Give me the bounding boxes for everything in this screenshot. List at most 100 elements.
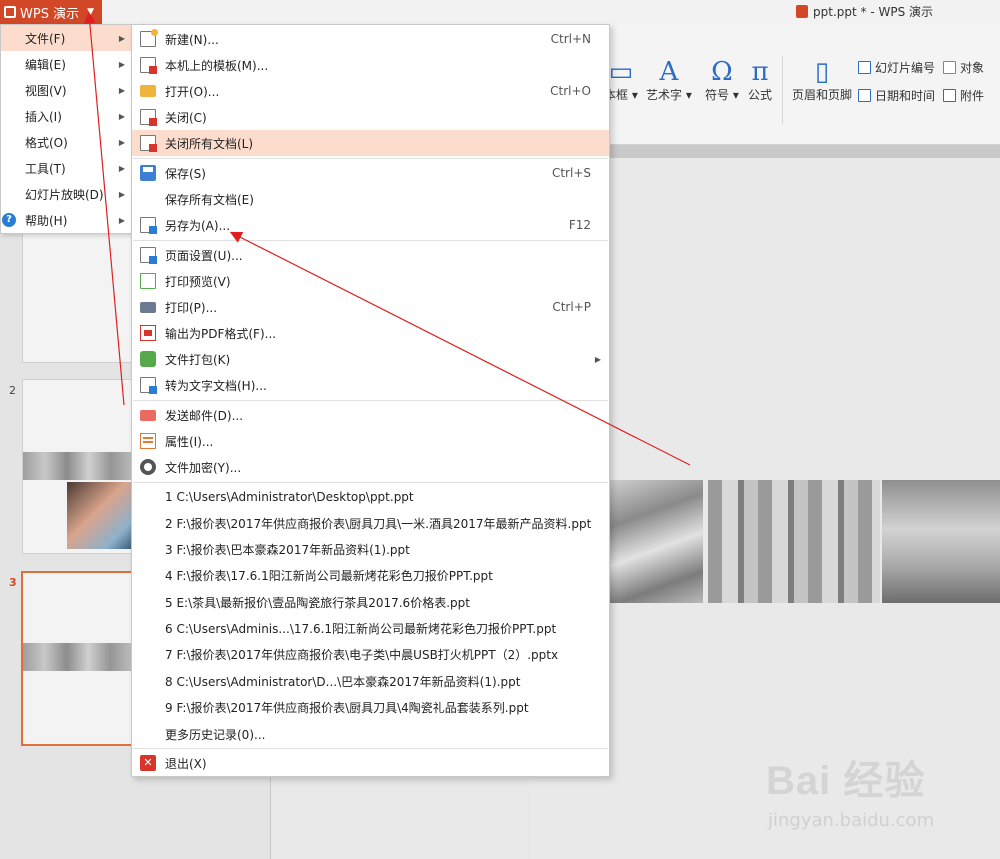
slide-image-skyscraper[interactable] — [610, 480, 703, 603]
recent-file-path: 8 C:\Users\Administrator\D...\巴本豪森2017年新… — [165, 674, 521, 689]
submenu-arrow-icon: ▶ — [118, 59, 125, 69]
calendar-icon — [858, 89, 871, 102]
menu-item-format[interactable]: 格式(O) ▶ — [1, 129, 131, 155]
file-menu-label: 属性(I)... — [165, 434, 214, 449]
file-menu-encrypt[interactable]: 文件加密(Y)... — [132, 454, 609, 480]
menu-item-tools[interactable]: 工具(T) ▶ — [1, 155, 131, 181]
file-menu-close-all[interactable]: 关闭所有文档(L) — [132, 130, 609, 156]
menu-item-slideshow[interactable]: 幻灯片放映(D) ▶ — [1, 181, 131, 207]
file-menu-exit[interactable]: ✕ 退出(X) — [132, 750, 609, 776]
menu-item-label: 工具(T) — [25, 161, 66, 176]
recent-file-item[interactable]: 3 F:\报价表\巴本豪森2017年新品资料(1).ppt — [132, 536, 609, 562]
file-menu-label: 打印预览(V) — [165, 274, 231, 289]
recent-file-path: 3 F:\报价表\巴本豪森2017年新品资料(1).ppt — [165, 542, 410, 557]
recent-file-item[interactable]: 7 F:\报价表\2017年供应商报价表\电子类\中晨USB打火机PPT（2）.… — [132, 641, 609, 667]
file-menu-label: 发送邮件(D)... — [165, 408, 244, 423]
menu-separator — [133, 482, 608, 483]
slide-number: 2 — [9, 384, 16, 397]
ribbon-symbol-label: 符号 ▾ — [705, 88, 739, 102]
file-menu-new[interactable]: 新建(N)... Ctrl+N — [132, 26, 609, 52]
recent-file-item[interactable]: 8 C:\Users\Administrator\D...\巴本豪森2017年新… — [132, 668, 609, 694]
template-icon — [140, 57, 157, 74]
file-menu-close[interactable]: 关闭(C) — [132, 104, 609, 130]
ribbon-datetime-button[interactable]: 日期和时间 — [858, 87, 935, 104]
recent-file-path: 5 E:\茶具\最新报价\壹品陶瓷旅行茶具2017.6价格表.ppt — [165, 595, 470, 610]
file-menu-page-setup[interactable]: 页面设置(U)... — [132, 242, 609, 268]
file-submenu: 新建(N)... Ctrl+N 本机上的模板(M)... 打开(O)... Ct… — [131, 24, 610, 777]
submenu-arrow-icon: ▶ — [118, 111, 125, 121]
window-title: ppt.ppt * - WPS 演示 — [796, 3, 933, 20]
recent-file-item[interactable]: 6 C:\Users\Adminis...\17.6.1阳江新尚公司最新烤花彩色… — [132, 615, 609, 641]
slide-image-columns[interactable] — [708, 480, 880, 603]
menu-separator — [133, 240, 608, 241]
menu-item-label: 文件(F) — [25, 31, 66, 46]
menu-item-edit[interactable]: 编辑(E) ▶ — [1, 51, 131, 77]
file-menu-label: 打印(P)... — [165, 300, 218, 315]
pdf-icon — [140, 325, 156, 341]
save-icon — [140, 165, 156, 181]
shortcut-label: F12 — [568, 218, 591, 232]
file-menu-convert-to-doc[interactable]: 转为文字文档(H)... — [132, 372, 609, 398]
ribbon-slide-number-label: 幻灯片编号 — [875, 61, 936, 75]
menu-separator — [133, 748, 608, 749]
file-menu-save[interactable]: 保存(S) Ctrl+S — [132, 160, 609, 186]
file-menu-label: 新建(N)... — [165, 32, 219, 47]
recent-file-item[interactable]: 5 E:\茶具\最新报价\壹品陶瓷旅行茶具2017.6价格表.ppt — [132, 589, 609, 615]
ribbon-slide-number-button[interactable]: 幻灯片编号 — [858, 59, 935, 76]
file-menu-export-pdf[interactable]: 输出为PDF格式(F)... — [132, 320, 609, 346]
shortcut-label: Ctrl+O — [550, 84, 591, 98]
ribbon-symbol-button[interactable]: Ω 符号 ▾ — [705, 58, 739, 103]
baidu-jingyan-watermark: Bai 经验 jingyan.baidu.com — [766, 748, 934, 831]
file-menu-save-as[interactable]: 另存为(A)... F12 — [132, 212, 609, 238]
print-preview-icon — [140, 273, 156, 289]
save-as-icon — [140, 217, 157, 234]
slide-thumbnail-3-selected[interactable] — [21, 571, 134, 746]
slide-thumbnail-2[interactable] — [22, 379, 134, 554]
menu-item-label: 帮助(H) — [25, 213, 68, 228]
submenu-arrow-icon: ▶ — [118, 189, 125, 199]
file-menu-label: 转为文字文档(H)... — [165, 378, 267, 393]
recent-file-item[interactable]: 4 F:\报价表\17.6.1阳江新尚公司最新烤花彩色刀报价PPT.ppt — [132, 562, 609, 588]
ribbon-wordart-button[interactable]: A 艺术字 ▾ — [646, 58, 692, 103]
ribbon-equation-label: 公式 — [748, 88, 773, 102]
menu-separator — [133, 400, 608, 401]
file-menu-properties[interactable]: 属性(I)... — [132, 428, 609, 454]
recent-file-item[interactable]: 2 F:\报价表\2017年供应商报价表\厨具刀具\一米.酒具2017年最新产品… — [132, 510, 609, 536]
exit-icon: ✕ — [140, 755, 156, 771]
file-menu-print-preview[interactable]: 打印预览(V) — [132, 268, 609, 294]
submenu-arrow-icon: ▶ — [118, 33, 125, 43]
ribbon-object-button[interactable]: 对象 — [943, 59, 984, 76]
help-icon: ? — [2, 213, 16, 227]
more-history-label: 更多历史记录(0)... — [165, 727, 266, 742]
ribbon-attachment-button[interactable]: 附件 — [943, 87, 984, 104]
omega-symbol-icon: Ω — [711, 57, 733, 87]
ribbon-attachment-label: 附件 — [960, 89, 985, 103]
printer-icon — [140, 302, 156, 313]
menu-separator — [133, 158, 608, 159]
file-menu-save-all[interactable]: 保存所有文档(E) — [132, 186, 609, 212]
menu-item-insert[interactable]: 插入(I) ▶ — [1, 103, 131, 129]
menu-item-label: 幻灯片放映(D) — [25, 187, 104, 202]
file-menu-label: 另存为(A)... — [165, 218, 231, 233]
file-menu-local-templates[interactable]: 本机上的模板(M)... — [132, 52, 609, 78]
app-main-menu: 文件(F) ▶ 编辑(E) ▶ 视图(V) ▶ 插入(I) ▶ 格式(O) ▶ … — [0, 24, 132, 234]
more-history-item[interactable]: 更多历史记录(0)... — [132, 721, 609, 747]
object-icon — [943, 61, 956, 74]
file-menu-send-email[interactable]: 发送邮件(D)... — [132, 402, 609, 428]
wps-app-menu-button[interactable]: WPS 演示 ▼ — [0, 0, 102, 24]
slide-number-active: 3 — [9, 576, 17, 589]
recent-file-item[interactable]: 1 C:\Users\Administrator\Desktop\ppt.ppt — [132, 484, 609, 510]
file-menu-print[interactable]: 打印(P)... Ctrl+P — [132, 294, 609, 320]
menu-item-help[interactable]: ? 帮助(H) ▶ — [1, 207, 131, 233]
recent-file-item[interactable]: 9 F:\报价表\2017年供应商报价表\厨具刀具\4陶瓷礼品套装系列.ppt — [132, 694, 609, 720]
menu-item-file[interactable]: 文件(F) ▶ — [1, 25, 131, 51]
recent-file-path: 6 C:\Users\Adminis...\17.6.1阳江新尚公司最新烤花彩色… — [165, 621, 557, 636]
menu-item-view[interactable]: 视图(V) ▶ — [1, 77, 131, 103]
file-menu-open[interactable]: 打开(O)... Ctrl+O — [132, 78, 609, 104]
ribbon-equation-button[interactable]: π 公式 — [748, 58, 772, 103]
slide-image-street[interactable] — [882, 480, 1000, 603]
ribbon-header-footer-button[interactable]: ▯ 页眉和页脚 — [792, 58, 852, 103]
file-menu-package[interactable]: 文件打包(K) ▶ — [132, 346, 609, 372]
properties-icon — [140, 433, 156, 449]
watermark-text: Bai 经验 — [766, 759, 926, 803]
